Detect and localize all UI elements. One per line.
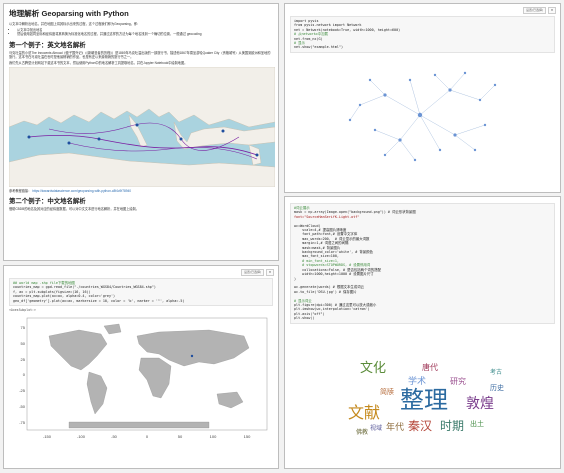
code-line: countries_map = gpd.read_file("./countri… [13, 285, 156, 290]
network-graph [348, 71, 497, 162]
word: 学术 [408, 375, 426, 387]
section-heading-chinese: 第二个例子：中文地名解析 [9, 198, 86, 206]
intro-text: 以文本中解析出地名，并在地图上将其标示出来的过程，这个过程我们称为Geopars… [9, 22, 141, 26]
code-cell-geopandas[interactable]: ## world map .shp file下载的地图 countries_ma… [9, 278, 273, 307]
word: 文化 [360, 361, 386, 376]
code-line: f, ax = plt.subplots(figsize=(16, 16)) [13, 289, 91, 294]
code-line: font_path=font,# 设置中文字体 [294, 232, 358, 237]
y-tick-label: -25 [19, 388, 26, 393]
code-line: geo_df['geometry'].plot(ax=ax, markersiz… [13, 298, 185, 303]
code-line: import pyvis [294, 19, 319, 23]
code-line: # 显示 [294, 41, 305, 46]
code-line: wc.generate(words) # 根据文本生成词云 [294, 285, 364, 290]
notebook-panel-geoparsing: 地理解析 Geoparsing with Python 以文本中解析出地名，并在… [3, 3, 279, 261]
word: 年代 [386, 421, 404, 433]
code-line: mask = np.array(Image.open("background.p… [294, 210, 416, 215]
word: 敦煌 [466, 396, 494, 412]
code-line: background_color='white', # 背景颜色 [294, 250, 373, 255]
word: 时期 [440, 419, 464, 433]
code-line: ## world map .shp file下载的地图 [13, 281, 75, 285]
code-cell-wordcloud[interactable]: #词云展示 mask = np.array(Image.open("backgr… [290, 203, 555, 324]
y-tick-label: 25 [21, 357, 26, 362]
reference-link[interactable]: https://towardsdatascience.com/geoparsin… [32, 189, 131, 193]
y-tick-label: 0 [23, 372, 26, 377]
x-tick-label: -100 [77, 434, 86, 439]
y-axis-ticks: 75 50 25 0 -25 -50 -75 [19, 325, 26, 425]
cell-toolbar: 设置(已选择) ▾ [523, 7, 556, 14]
location-marker [190, 354, 194, 358]
cell-setting-select[interactable]: 设置(已选择) [241, 269, 264, 276]
code-line: # stopwords=STOPWORDS, # 设置停用词 [294, 263, 371, 268]
reference-line: 参考教程链接： https://towardsdatascience.com/g… [9, 189, 273, 193]
y-tick-label: 75 [21, 325, 26, 330]
word: 秦汉 [408, 419, 432, 433]
word: 历史 [490, 383, 504, 392]
code-line: # 从networkx中加载 [294, 32, 328, 37]
code-line: plt.show() [294, 316, 315, 321]
word: 唐代 [422, 362, 438, 372]
code-line: ) [294, 276, 297, 281]
x-tick-label: 50 [178, 434, 183, 439]
cell-setting-select[interactable]: 设置(已选择) [523, 7, 546, 14]
x-tick-label: -150 [43, 434, 52, 439]
code-line: width=1000,height=1000 # 设置图片尺寸 [294, 272, 374, 277]
chevron-down-icon[interactable]: ▾ [266, 269, 274, 276]
code-line: font="SourceHanSerifK-Light.otf" [294, 214, 360, 219]
y-tick-label: -75 [19, 420, 26, 425]
notebook-panel-network: 设置(已选择) ▾ import pyvis from pyvis.networ… [284, 3, 561, 193]
x-axis-ticks: -150 -100 -50 0 50 100 150 [43, 434, 251, 439]
y-tick-label: 50 [21, 341, 26, 346]
word: 佛教 [356, 428, 368, 436]
cell-output: <AxesSubplot:> [9, 308, 36, 313]
code-line: plt.axis("off") [294, 311, 325, 316]
code-line: # 显示词云 [294, 298, 312, 303]
notebook-panel-worldmap: 设置(已选择) ▾ ## world map .shp file下载的地图 co… [3, 265, 279, 469]
word: 简牍 [380, 387, 394, 396]
paragraph-text: 借助CBDB的地名及其对应的经纬度数据，可以对中文文本进行地名解析，并在地图上绘… [9, 207, 139, 212]
code-line: plt.imshow(wc,interpolation='catrom') [294, 307, 370, 312]
chevron-down-icon[interactable]: ▾ [548, 7, 556, 14]
y-tick-label: -50 [19, 404, 26, 409]
mediterranean-route-map [9, 67, 275, 188]
code-line: wc.to_file('DSU.jpg') # 保存图片 [294, 289, 357, 294]
word: 考古 [490, 368, 502, 376]
word: 文献 [348, 403, 380, 422]
code-line: plt.figure(dpi=300) # 通过这里可以放大或缩小 [294, 302, 377, 307]
code-cell-pyvis[interactable]: import pyvis from pyvis.network import N… [290, 16, 555, 53]
code-line: margin=1,# 词语之间的间隔 [294, 241, 349, 246]
intro-bullets: 从文本中找出地名 然后使用如同坐标和经纬度将其转换为标准化地名的过程，并通过这样… [17, 28, 273, 36]
reference-label: 参考教程链接： [9, 189, 32, 194]
word: 整理 [400, 386, 448, 414]
page-title: 地理解析 Geoparsing with Python [9, 9, 129, 18]
word: 出土 [470, 419, 484, 428]
paragraph-text: 马克吐温的小说The Innocents Abroad《傻子国外记》（《新朝圣者… [9, 50, 271, 59]
network-edges [349, 72, 496, 160]
word: 研究 [450, 376, 466, 386]
paragraph-text: 我们先从古腾堡计划网站下载这本书的文本，然后使用Python中的地名解析工具提取… [9, 61, 188, 66]
notebook-panel-wordcloud: #词云展示 mask = np.array(Image.open("backgr… [284, 196, 561, 469]
code-line: max_font_size=100, [294, 254, 339, 259]
code-line: countries_map.plot(ax=ax, alpha=0.4, col… [13, 294, 116, 299]
word: 视域 [370, 424, 382, 432]
world-map-plot: -150 -100 -50 0 50 100 150 75 50 25 0 -2… [19, 317, 268, 439]
wordcloud-image: 文化 整理 敦煌 文献 秦汉 时期 年代 学术 研究 出土 简牍 历史 唐代 佛… [290, 325, 556, 446]
x-tick-label: 0 [146, 434, 149, 439]
x-tick-label: -50 [111, 434, 118, 439]
x-tick-label: 100 [210, 434, 217, 439]
section-heading-english: 第一个例子：英文地名解析 [9, 41, 86, 49]
code-line: net.from_nx(G) [294, 36, 323, 41]
x-tick-label: 150 [244, 434, 251, 439]
bullet-item: 然后使用如同坐标和经纬度将其转换为标准化地名的过程，并通过这样的方法为每个地名找… [17, 32, 273, 36]
code-line: from pyvis.network import Network [294, 23, 362, 28]
code-line: net.show("example.html") [294, 45, 343, 50]
cell-toolbar: 设置(已选择) ▾ [241, 269, 274, 276]
